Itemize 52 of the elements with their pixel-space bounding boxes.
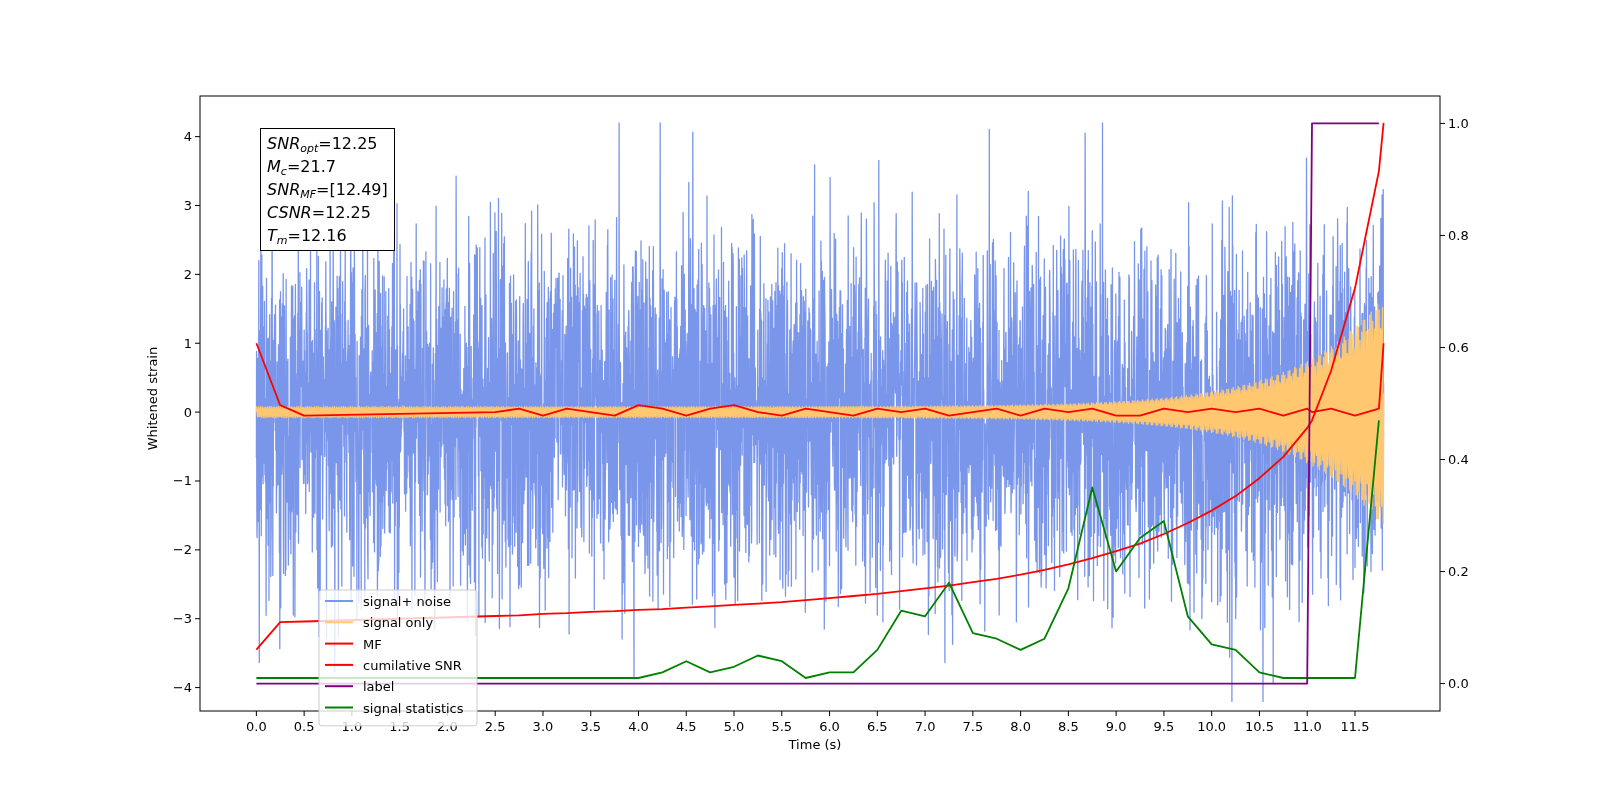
annotation-line: SNR$_{opt}$=12.25 bbox=[267, 133, 379, 155]
y-tick-label: 0.6 bbox=[1448, 340, 1469, 355]
y-tick-label: 2 bbox=[183, 266, 192, 282]
x-tick-label: 4.0 bbox=[628, 719, 649, 734]
y-tick-label: 0 bbox=[183, 404, 192, 420]
y-tick-label: 1 bbox=[183, 335, 192, 351]
legend-label: cumilative SNR bbox=[363, 657, 462, 673]
x-tick-label: 1.5 bbox=[389, 719, 410, 734]
x-tick-label: 7.0 bbox=[914, 719, 936, 734]
y-tick-label: −1 bbox=[172, 473, 192, 489]
x-tick-label: 8.5 bbox=[1058, 719, 1079, 734]
x-tick-label: 5.0 bbox=[723, 719, 745, 734]
y-tick-label: 0.0 bbox=[1448, 676, 1469, 692]
annotation-line: T$_{m}$=12.16 bbox=[267, 225, 348, 247]
legend-label: signal only bbox=[363, 615, 434, 631]
y-tick-label: 0.2 bbox=[1448, 564, 1469, 580]
x-tick-label: 0.0 bbox=[246, 719, 267, 734]
y-tick-label: −3 bbox=[172, 611, 192, 627]
y-tick-label: 1.0 bbox=[1448, 115, 1469, 131]
x-tick-label: 6.5 bbox=[867, 719, 888, 734]
legend-label: MF bbox=[363, 636, 382, 652]
axis-label: Whitened strain bbox=[145, 346, 160, 451]
legend-label: signal+ noise bbox=[363, 594, 452, 609]
x-tick-label: 5.5 bbox=[771, 719, 793, 734]
axis-label: Time (s) bbox=[788, 737, 842, 752]
y-tick-label: 4 bbox=[183, 129, 192, 145]
annotation-line: M$_{c}$=21.7 bbox=[267, 156, 337, 178]
x-tick-label: 3.5 bbox=[580, 719, 602, 734]
y-tick-label: 3 bbox=[183, 198, 192, 213]
x-tick-label: 3.0 bbox=[532, 719, 554, 734]
legend-label: label bbox=[363, 679, 395, 695]
annotation-line: CSNR=12.25 bbox=[267, 202, 372, 224]
x-tick-label: 7.5 bbox=[962, 719, 984, 734]
x-tick-label: 11.0 bbox=[1292, 719, 1322, 734]
annotation-line: SNR$_{MF}$=[12.49] bbox=[267, 179, 388, 201]
x-tick-label: 10.0 bbox=[1197, 719, 1227, 734]
x-tick-label: 9.0 bbox=[1105, 719, 1127, 734]
x-tick-label: 10.5 bbox=[1244, 719, 1274, 734]
x-tick-label: 11.5 bbox=[1340, 719, 1370, 734]
x-tick-label: 2.0 bbox=[437, 719, 458, 734]
x-tick-label: 2.5 bbox=[484, 719, 506, 734]
legend-label: signal statistics bbox=[363, 700, 464, 716]
y-tick-label: 0.8 bbox=[1448, 227, 1469, 243]
x-tick-label: 1.0 bbox=[341, 719, 363, 734]
y-tick-label: 0.4 bbox=[1448, 452, 1469, 467]
x-tick-label: 8.0 bbox=[1010, 719, 1031, 734]
x-tick-label: 4.5 bbox=[675, 719, 697, 734]
x-tick-label: 9.5 bbox=[1153, 719, 1175, 734]
y-tick-label: −4 bbox=[172, 680, 192, 696]
y-tick-label: −2 bbox=[172, 542, 192, 558]
x-tick-label: 6.0 bbox=[819, 719, 840, 734]
x-tick-label: 0.5 bbox=[293, 719, 315, 734]
